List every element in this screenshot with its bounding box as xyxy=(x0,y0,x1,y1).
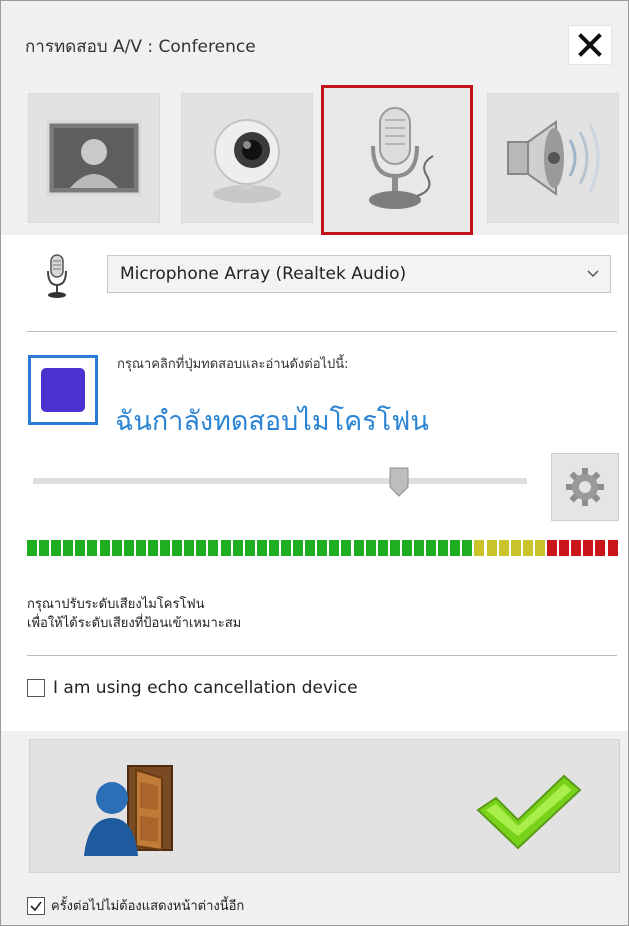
tab-video-preview[interactable] xyxy=(28,93,160,223)
divider xyxy=(27,331,617,332)
meter-segment xyxy=(389,540,400,556)
meter-segment xyxy=(365,540,376,556)
meter-segment xyxy=(595,540,606,556)
chevron-down-icon xyxy=(587,270,599,278)
meter-segment xyxy=(329,540,340,556)
title-bar: การทดสอบ A/V : Conference xyxy=(1,1,628,81)
meter-segment xyxy=(522,540,533,556)
meter-segment xyxy=(256,540,267,556)
microphone-select[interactable]: Microphone Array (Realtek Audio) xyxy=(107,255,611,293)
meter-segment xyxy=(232,540,243,556)
webcam-icon xyxy=(213,119,281,203)
meter-segment xyxy=(547,540,558,556)
meter-segment xyxy=(341,540,352,556)
meter-segment xyxy=(280,540,291,556)
meter-segment xyxy=(607,540,618,556)
test-phrase: ฉันกำลังทดสอบไมโครโฟน xyxy=(115,406,429,437)
window-title: การทดสอบ A/V : Conference xyxy=(25,37,256,57)
dont-show-again-option[interactable]: ครั้งต่อไปไม่ต้องแสดงหน้าต่างนี้อีก xyxy=(27,895,244,916)
echo-cancellation-checkbox[interactable] xyxy=(27,679,45,697)
meter-segment xyxy=(111,540,122,556)
meter-segment xyxy=(486,540,497,556)
checkmark-icon xyxy=(476,774,582,850)
microphone-select-value: Microphone Array (Realtek Audio) xyxy=(120,264,407,284)
gear-icon xyxy=(566,468,604,506)
close-button[interactable] xyxy=(568,25,612,65)
meter-segment xyxy=(462,540,473,556)
stop-icon xyxy=(41,368,85,412)
meter-segment xyxy=(172,540,183,556)
meter-segment xyxy=(244,540,255,556)
meter-segment xyxy=(401,540,412,556)
action-bar xyxy=(29,739,620,873)
meter-segment xyxy=(559,540,570,556)
audio-settings-button[interactable] xyxy=(551,453,619,521)
meter-segment xyxy=(63,540,74,556)
microphone-panel: Microphone Array (Realtek Audio) กรุณาคล… xyxy=(1,235,628,731)
level-hint-line-1: กรุณาปรับระดับเสียงไมโครโฟน xyxy=(27,597,205,612)
meter-segment xyxy=(99,540,110,556)
meter-segment xyxy=(75,540,86,556)
input-level-meter xyxy=(27,540,621,556)
confirm-button[interactable] xyxy=(474,770,584,854)
meter-segment xyxy=(293,540,304,556)
meter-segment xyxy=(305,540,316,556)
person-portrait-icon xyxy=(46,120,142,196)
exit-door-icon xyxy=(84,765,173,856)
meter-segment xyxy=(27,540,37,556)
exit-button[interactable] xyxy=(78,760,188,860)
echo-cancellation-option[interactable]: I am using echo cancellation device xyxy=(27,678,358,698)
meter-segment xyxy=(39,540,50,556)
speaker-icon xyxy=(507,120,600,196)
meter-segment xyxy=(426,540,437,556)
dont-show-again-label: ครั้งต่อไปไม่ต้องแสดงหน้าต่างนี้อีก xyxy=(51,899,245,914)
tab-speaker[interactable] xyxy=(487,93,619,223)
divider xyxy=(27,655,617,656)
meter-segment xyxy=(317,540,328,556)
tab-microphone[interactable] xyxy=(321,85,473,235)
meter-segment xyxy=(571,540,582,556)
test-stop-button[interactable] xyxy=(28,355,98,425)
checkmark-icon xyxy=(30,901,42,911)
meter-segment xyxy=(147,540,158,556)
meter-segment xyxy=(220,540,231,556)
meter-segment xyxy=(377,540,388,556)
meter-segment xyxy=(414,540,424,556)
test-instruction: กรุณาคลิกที่ปุ่มทดสอบและอ่านดังต่อไปนี้: xyxy=(117,357,349,372)
tab-webcam[interactable] xyxy=(181,93,313,223)
meter-segment xyxy=(184,540,195,556)
meter-segment xyxy=(268,540,279,556)
meter-segment xyxy=(474,540,485,556)
meter-segment xyxy=(534,540,545,556)
device-tabs xyxy=(1,85,628,235)
meter-segment xyxy=(196,540,207,556)
volume-slider[interactable] xyxy=(33,478,527,484)
meter-segment xyxy=(510,540,521,556)
close-icon xyxy=(578,33,602,57)
meter-segment xyxy=(135,540,146,556)
echo-cancellation-label: I am using echo cancellation device xyxy=(53,678,358,698)
meter-segment xyxy=(583,540,594,556)
meter-segment xyxy=(450,540,461,556)
meter-segment xyxy=(51,540,62,556)
meter-segment xyxy=(438,540,449,556)
microphone-icon xyxy=(47,254,67,298)
meter-segment xyxy=(353,540,364,556)
meter-segment xyxy=(160,540,171,556)
level-hint: กรุณาปรับระดับเสียงไมโครโฟน เพื่อให้ได้ร… xyxy=(27,595,241,633)
meter-segment xyxy=(498,540,509,556)
level-hint-line-2: เพื่อให้ได้ระดับเสียงที่ป้อนเข้าเหมาะสม xyxy=(27,616,242,631)
volume-slider-thumb[interactable] xyxy=(389,467,409,497)
microphone-icon xyxy=(369,107,434,209)
meter-segment xyxy=(87,540,98,556)
dont-show-again-checkbox[interactable] xyxy=(27,896,45,915)
av-test-window: การทดสอบ A/V : Conference Microphone Arr… xyxy=(0,0,629,926)
meter-segment xyxy=(208,540,219,556)
meter-segment xyxy=(123,540,134,556)
